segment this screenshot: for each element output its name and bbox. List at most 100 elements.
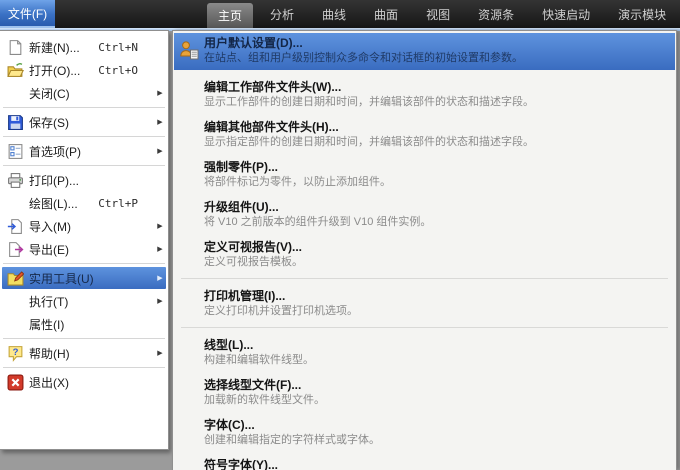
submenu-item-title: 用户默认设置(D)... — [204, 36, 667, 51]
file-menu-panel: 新建(N)...Ctrl+N打开(O)...Ctrl+O关闭(C)▶保存(S)▶… — [0, 30, 169, 450]
menu-item-exit[interactable]: 退出(X) — [2, 371, 166, 393]
new-document-icon — [2, 39, 29, 56]
menu-item-new[interactable]: 新建(N)...Ctrl+N — [2, 36, 166, 58]
menu-separator — [3, 338, 165, 339]
tab-curve[interactable]: 曲线 — [311, 0, 357, 28]
submenu-item-user-defaults[interactable]: 用户默认设置(D)...在站点、组和用户级别控制众多命令和对话框的初始设置和参数… — [174, 33, 675, 70]
menu-item-label: 新建(N)... — [29, 39, 98, 56]
submenu-arrow-icon: ▶ — [154, 349, 166, 357]
menu-item-shortcut: Ctrl+N — [98, 41, 138, 54]
export-icon — [2, 241, 29, 258]
menu-item-label: 属性(I) — [29, 316, 154, 333]
submenu-item-description: 显示工作部件的创建日期和时间，并编辑该部件的状态和描述字段。 — [204, 95, 667, 109]
submenu-item-description: 加载新的软件线型文件。 — [204, 393, 667, 407]
submenu-item-select-line-font-file[interactable]: 选择线型文件(F)...加载新的软件线型文件。 — [174, 376, 675, 409]
submenu-item-title: 字体(C)... — [204, 418, 667, 433]
menu-item-label: 帮助(H) — [29, 345, 154, 362]
submenu-item-description: 创建和编辑指定的字符样式或字体。 — [204, 433, 667, 447]
menu-item-label: 关闭(C) — [29, 85, 154, 102]
menu-item-open[interactable]: 打开(O)...Ctrl+O — [2, 59, 166, 81]
tab-view[interactable]: 视图 — [415, 0, 461, 28]
menu-item-properties[interactable]: 属性(I) — [2, 313, 166, 335]
submenu-item-title: 打印机管理(I)... — [204, 289, 667, 304]
menu-separator — [3, 263, 165, 264]
menu-item-label: 首选项(P) — [29, 143, 154, 160]
submenu-item-description: 定义可视报告模板。 — [204, 255, 667, 269]
menu-item-label: 执行(T) — [29, 293, 154, 310]
submenu-item-title: 线型(L)... — [204, 338, 667, 353]
menu-item-close[interactable]: 关闭(C)▶ — [2, 82, 166, 104]
tab-resource-bar[interactable]: 资源条 — [467, 0, 525, 28]
menu-item-plot[interactable]: 绘图(L)...Ctrl+P — [2, 192, 166, 214]
tab-analysis[interactable]: 分析 — [259, 0, 305, 28]
ribbon-tabs: 主页分析曲线曲面视图资源条快速启动演示模块演示模块2 — [207, 0, 680, 28]
submenu-item-edit-other-part-header[interactable]: 编辑其他部件文件头(H)...显示指定部件的创建日期和时间，并编辑该部件的状态和… — [174, 118, 675, 151]
open-folder-icon — [2, 62, 29, 79]
submenu-item-define-visual-reports[interactable]: 定义可视报告(V)...定义可视报告模板。 — [174, 238, 675, 271]
exit-icon — [2, 374, 29, 391]
app-window: 文件(F) 主页分析曲线曲面视图资源条快速启动演示模块演示模块2 新建(N)..… — [0, 0, 680, 470]
submenu-arrow-icon: ▶ — [154, 89, 166, 97]
utilities-folder-icon — [2, 270, 29, 287]
menu-item-save[interactable]: 保存(S)▶ — [2, 111, 166, 133]
submenu-item-description: 定义打印机并设置打印机选项。 — [204, 304, 667, 318]
menu-item-label: 绘图(L)... — [29, 195, 98, 212]
tab-quick-start[interactable]: 快速启动 — [531, 0, 601, 28]
menu-separator — [3, 136, 165, 137]
menu-separator — [181, 278, 668, 279]
submenu-item-title: 强制零件(P)... — [204, 160, 667, 175]
menu-item-preferences[interactable]: 首选项(P)▶ — [2, 140, 166, 162]
utilities-submenu-panel: 用户默认设置(D)...在站点、组和用户级别控制众多命令和对话框的初始设置和参数… — [172, 30, 677, 470]
tab-surface[interactable]: 曲面 — [363, 0, 409, 28]
submenu-arrow-icon: ▶ — [154, 147, 166, 155]
menu-item-import[interactable]: 导入(M)▶ — [2, 215, 166, 237]
submenu-item-upgrade-components[interactable]: 升级组件(U)...将 V10 之前版本的组件升级到 V10 组件实例。 — [174, 198, 675, 231]
menu-separator — [181, 327, 668, 328]
tab-demo-module[interactable]: 演示模块 — [607, 0, 677, 28]
printer-icon — [2, 172, 29, 189]
submenu-item-title: 编辑其他部件文件头(H)... — [204, 120, 667, 135]
tab-home[interactable]: 主页 — [207, 3, 253, 28]
menu-separator — [3, 367, 165, 368]
menu-item-help[interactable]: ? 帮助(H)▶ — [2, 342, 166, 364]
submenu-item-description: 将部件标记为零件，以防止添加组件。 — [204, 175, 667, 189]
submenu-item-description: 显示指定部件的创建日期和时间，并编辑该部件的状态和描述字段。 — [204, 135, 667, 149]
submenu-item-description: 构建和编辑软件线型。 — [204, 353, 667, 367]
submenu-item-title: 符号字体(Y)... — [204, 458, 667, 470]
submenu-arrow-icon: ▶ — [154, 118, 166, 126]
menu-item-label: 打印(P)... — [29, 172, 154, 189]
user-defaults-icon — [178, 39, 200, 61]
menu-item-label: 退出(X) — [29, 374, 154, 391]
submenu-item-title: 编辑工作部件文件头(W)... — [204, 80, 667, 95]
help-icon: ? — [2, 345, 29, 362]
submenu-item-enforce-piece-part[interactable]: 强制零件(P)...将部件标记为零件，以防止添加组件。 — [174, 158, 675, 191]
submenu-item-printer-administration[interactable]: 打印机管理(I)...定义打印机并设置打印机选项。 — [174, 287, 675, 320]
save-icon — [2, 114, 29, 131]
submenu-item-edit-work-part-header[interactable]: 编辑工作部件文件头(W)...显示工作部件的创建日期和时间，并编辑该部件的状态和… — [174, 78, 675, 111]
submenu-item-title: 选择线型文件(F)... — [204, 378, 667, 393]
submenu-item-symbol-fonts[interactable]: 符号字体(Y)...将线条对象和/或文本组合为类似图标的符号。 — [174, 456, 675, 470]
menu-item-shortcut: Ctrl+O — [98, 64, 138, 77]
menu-item-label: 导出(E) — [29, 241, 154, 258]
preferences-icon — [2, 143, 29, 160]
menu-item-label: 打开(O)... — [29, 62, 98, 79]
menu-item-label: 导入(M) — [29, 218, 154, 235]
menu-item-export[interactable]: 导出(E)▶ — [2, 238, 166, 260]
submenu-item-title: 升级组件(U)... — [204, 200, 667, 215]
file-menu-button[interactable]: 文件(F) — [0, 0, 55, 28]
submenu-arrow-icon: ▶ — [154, 297, 166, 305]
submenu-arrow-icon: ▶ — [154, 245, 166, 253]
submenu-arrow-icon: ▶ — [154, 222, 166, 230]
menu-item-shortcut: Ctrl+P — [98, 197, 138, 210]
submenu-item-fonts[interactable]: 字体(C)...创建和编辑指定的字符样式或字体。 — [174, 416, 675, 449]
submenu-item-title: 定义可视报告(V)... — [204, 240, 667, 255]
submenu-arrow-icon: ▶ — [154, 274, 166, 282]
menu-item-utilities[interactable]: 实用工具(U)▶ — [2, 267, 166, 289]
menu-item-execute[interactable]: 执行(T)▶ — [2, 290, 166, 312]
svg-text:?: ? — [13, 346, 19, 357]
menu-item-print[interactable]: 打印(P)... — [2, 169, 166, 191]
import-icon — [2, 218, 29, 235]
submenu-item-line-font[interactable]: 线型(L)...构建和编辑软件线型。 — [174, 336, 675, 369]
menu-separator — [3, 107, 165, 108]
submenu-item-description: 在站点、组和用户级别控制众多命令和对话框的初始设置和参数。 — [204, 51, 667, 65]
